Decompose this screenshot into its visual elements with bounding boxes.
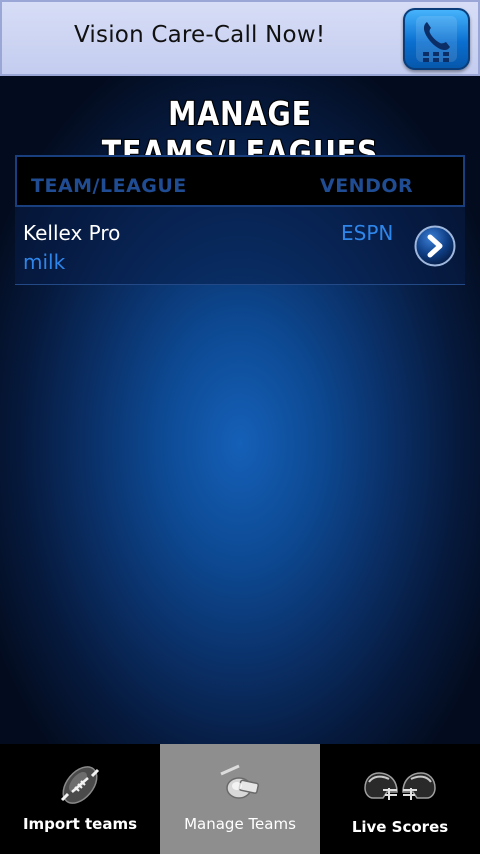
- tab-label: Live Scores: [351, 818, 449, 836]
- bottom-tab-bar: Import teams Manage Teams Live Scores: [0, 744, 480, 854]
- table-row[interactable]: Kellex Pro milk ESPN: [15, 207, 465, 285]
- tab-live-scores[interactable]: Live Scores: [320, 744, 480, 854]
- phone-icon: [416, 16, 457, 62]
- helmets-icon: [364, 772, 436, 800]
- ad-text[interactable]: Vision Care-Call Now!: [74, 22, 325, 48]
- tab-label: Manage Teams: [184, 815, 296, 833]
- table-header: TEAM/LEAGUE VENDOR: [15, 155, 465, 207]
- whistle-icon: [220, 764, 259, 799]
- football-icon: [60, 766, 100, 804]
- chevron-right-icon: [414, 225, 456, 267]
- ad-banner[interactable]: Vision Care-Call Now!: [0, 0, 480, 76]
- vendor-name: ESPN: [341, 221, 394, 245]
- row-detail-button[interactable]: [414, 225, 456, 267]
- team-name: Kellex Pro: [23, 221, 121, 245]
- column-header-team-league: TEAM/LEAGUE: [31, 175, 187, 197]
- tab-import-teams[interactable]: Import teams: [0, 744, 160, 854]
- league-name: milk: [23, 250, 66, 274]
- ad-call-button[interactable]: [403, 8, 470, 70]
- tab-label: Import teams: [22, 815, 138, 833]
- tab-manage-teams[interactable]: Manage Teams: [160, 744, 320, 854]
- main-content: MANAGE TEAMS/LEAGUES TEAM/LEAGUE VENDOR …: [0, 76, 480, 744]
- column-header-vendor: VENDOR: [320, 175, 414, 197]
